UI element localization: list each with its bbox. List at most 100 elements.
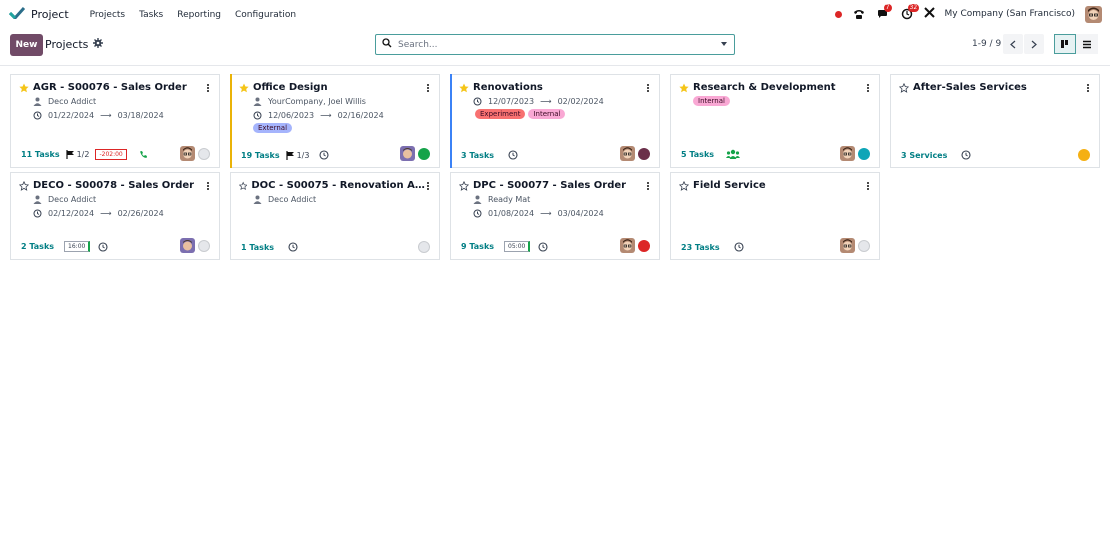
- favorite-star-icon[interactable]: [459, 83, 469, 93]
- manager-avatar[interactable]: [180, 238, 195, 253]
- pager-value[interactable]: 1-9 / 9: [972, 39, 1001, 49]
- kebab-menu-icon[interactable]: [646, 83, 650, 93]
- kebab-menu-icon[interactable]: [1086, 83, 1090, 93]
- kanban-view-button[interactable]: [1054, 34, 1076, 54]
- users-group-icon[interactable]: [726, 149, 741, 160]
- status-indicator[interactable]: [858, 239, 870, 252]
- activity-clock-icon[interactable]: [961, 150, 971, 160]
- project-card[interactable]: DPC - S00077 - Sales Order Ready Mat 01/…: [450, 172, 660, 260]
- voip-phone-icon[interactable]: [852, 7, 866, 21]
- status-indicator[interactable]: [858, 147, 870, 160]
- status-indicator[interactable]: [198, 239, 210, 252]
- kebab-menu-icon[interactable]: [866, 181, 870, 191]
- user-avatar[interactable]: [1085, 5, 1102, 23]
- favorite-star-icon[interactable]: [679, 83, 689, 93]
- project-card[interactable]: AGR - S00076 - Sales Order Deco Addict 0…: [10, 74, 220, 168]
- project-card[interactable]: Field Service 23 Tasks: [670, 172, 880, 260]
- kebab-menu-icon[interactable]: [426, 83, 430, 93]
- new-button[interactable]: New: [10, 34, 43, 56]
- favorite-star-icon[interactable]: [239, 83, 249, 93]
- partner-name: Deco Addict: [48, 195, 97, 204]
- messages-badge: 7: [883, 4, 892, 12]
- status-indicator[interactable]: [198, 147, 210, 160]
- tasks-link[interactable]: 1 Tasks: [241, 243, 274, 252]
- user-icon: [33, 195, 42, 204]
- kebab-menu-icon[interactable]: [646, 181, 650, 191]
- status-indicator[interactable]: [638, 147, 650, 160]
- kebab-menu-icon[interactable]: [206, 181, 210, 191]
- tasks-link[interactable]: 19 Tasks: [241, 151, 280, 160]
- favorite-star-icon[interactable]: [19, 83, 29, 93]
- star-outline-icon[interactable]: [19, 180, 29, 191]
- manager-avatar[interactable]: [620, 238, 635, 253]
- kebab-menu-icon[interactable]: [206, 83, 210, 93]
- menu-configuration[interactable]: Configuration: [228, 10, 303, 20]
- project-logo-icon: [8, 6, 26, 22]
- kebab-menu-icon[interactable]: [866, 83, 870, 93]
- project-name: Renovations: [473, 82, 543, 93]
- project-card[interactable]: Office Design YourCompany, Joel Willis 1…: [230, 74, 440, 168]
- menu-tasks[interactable]: Tasks: [132, 10, 170, 20]
- activity-clock-icon[interactable]: [319, 150, 330, 160]
- navbar: Project Projects Tasks Reporting Configu…: [0, 0, 1110, 29]
- app-brand[interactable]: Project: [8, 6, 69, 22]
- status-indicator[interactable]: [638, 239, 650, 252]
- tasks-link[interactable]: 2 Tasks: [21, 242, 54, 251]
- activities-badge: 32: [907, 4, 920, 12]
- main-menu: Projects Tasks Reporting Configuration: [83, 10, 303, 20]
- company-switcher[interactable]: My Company (San Francisco): [945, 9, 1075, 19]
- activity-clock-icon[interactable]: [288, 242, 298, 252]
- status-indicator[interactable]: [418, 147, 430, 160]
- color-accent-bar: [450, 74, 452, 168]
- tasks-link[interactable]: 9 Tasks: [461, 242, 494, 251]
- status-indicator[interactable]: [418, 241, 430, 253]
- manager-avatar[interactable]: [620, 146, 635, 161]
- color-accent-bar: [230, 74, 232, 168]
- arrow-right-icon: ⟶: [540, 209, 552, 218]
- search-dropdown-toggle-icon[interactable]: [720, 40, 728, 50]
- systray: 7 32 My Company (San Francisco): [834, 4, 1102, 24]
- date-start: 12/07/2023: [488, 97, 535, 106]
- recording-indicator-icon[interactable]: [834, 10, 842, 18]
- tag-list: Internal: [693, 96, 730, 106]
- activity-clock-icon[interactable]: [98, 241, 108, 252]
- manager-avatar[interactable]: [400, 146, 415, 161]
- project-card[interactable]: Research & Development Internal 5 Tasks: [670, 74, 880, 168]
- activity-clock-icon[interactable]: [508, 150, 518, 160]
- star-outline-icon[interactable]: [679, 180, 689, 191]
- kebab-menu-icon[interactable]: [426, 181, 430, 191]
- project-card[interactable]: After-Sales Services 3 Services: [890, 74, 1100, 168]
- star-outline-icon[interactable]: [459, 180, 469, 191]
- gear-icon[interactable]: [93, 38, 104, 51]
- menu-reporting[interactable]: Reporting: [170, 10, 228, 20]
- project-card[interactable]: DOC - S00075 - Renovation Architect Deco…: [230, 172, 440, 260]
- activities-clock-icon[interactable]: 32: [900, 4, 920, 21]
- project-card[interactable]: Renovations 12/07/2023 ⟶ 02/02/2024 Expe…: [450, 74, 660, 168]
- list-view-button[interactable]: [1076, 34, 1098, 54]
- pager-previous-button[interactable]: [1003, 34, 1023, 54]
- tasks-link[interactable]: 3 Tasks: [461, 151, 494, 160]
- chevron-left-icon: [1010, 40, 1016, 48]
- services-link[interactable]: 3 Services: [901, 151, 947, 160]
- manager-avatar[interactable]: [840, 146, 855, 161]
- activity-clock-icon[interactable]: [538, 241, 548, 252]
- activity-clock-icon[interactable]: [734, 242, 744, 252]
- tasks-link[interactable]: 23 Tasks: [681, 243, 720, 252]
- status-indicator[interactable]: [1078, 149, 1090, 161]
- star-outline-icon[interactable]: [239, 181, 248, 191]
- project-name: DPC - S00077 - Sales Order: [473, 180, 627, 191]
- pager-buttons: [1003, 34, 1045, 54]
- messages-icon[interactable]: 7: [876, 4, 892, 21]
- search-bar[interactable]: Search...: [375, 34, 735, 55]
- pager-next-button[interactable]: [1024, 34, 1044, 54]
- menu-projects[interactable]: Projects: [83, 10, 132, 20]
- star-outline-icon[interactable]: [899, 82, 909, 93]
- search-input[interactable]: Search...: [398, 40, 720, 50]
- tasks-link[interactable]: 5 Tasks: [681, 150, 714, 159]
- tools-icon[interactable]: [923, 7, 935, 21]
- manager-avatar[interactable]: [180, 146, 195, 161]
- tasks-link[interactable]: 11 Tasks: [21, 150, 60, 159]
- project-card[interactable]: DECO - S00078 - Sales Order Deco Addict …: [10, 172, 220, 260]
- phone-icon[interactable]: [139, 150, 148, 159]
- manager-avatar[interactable]: [840, 238, 855, 253]
